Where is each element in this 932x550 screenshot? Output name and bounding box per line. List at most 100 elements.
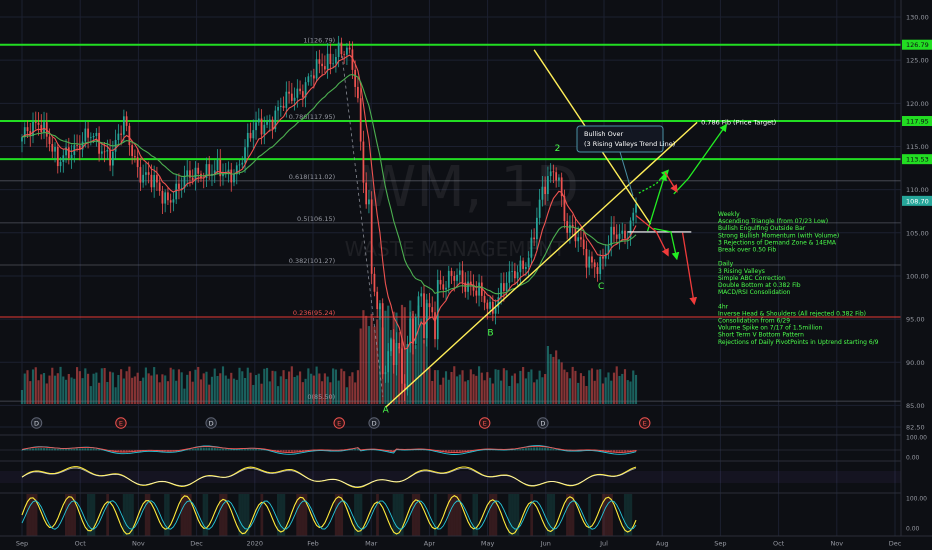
candle-body [216, 159, 219, 171]
stoch-zone [607, 494, 611, 536]
macd-histogram-bar [78, 448, 81, 451]
stoch-zone [604, 494, 608, 536]
macd-histogram-bar [42, 448, 46, 451]
macd-histogram-bar [522, 448, 525, 451]
candle-body [106, 149, 109, 152]
volume-bar [224, 375, 227, 404]
volume-bar [56, 373, 59, 404]
event-marker-label: E [643, 419, 647, 427]
volume-bar [197, 366, 200, 404]
volume-bar [59, 366, 62, 404]
volume-bar [340, 368, 343, 404]
candle-body [169, 200, 172, 203]
candle-body [252, 130, 255, 139]
candle-body [315, 59, 318, 79]
volume-bar [230, 372, 233, 404]
volume-bar [356, 370, 359, 404]
price-tag-label: 126.79 [906, 41, 929, 49]
candle-body [43, 122, 45, 133]
watermark-symbol: WM, 1D [361, 155, 579, 220]
price-tick-label: 110.00 [906, 186, 929, 194]
candle-body [621, 230, 624, 234]
volume-bar [227, 378, 230, 404]
fib-label: 0.5(106.15) [297, 215, 335, 223]
candle-body [147, 172, 150, 175]
event-marker-label: E [483, 419, 487, 427]
candle-body [191, 177, 194, 181]
candle-body [613, 226, 615, 235]
chart-canvas[interactable]: WM, 1D WASTE MANAGEMENT 1(126.79)0.786(1… [0, 0, 932, 550]
candle-body [125, 116, 128, 126]
candle-body [447, 270, 450, 288]
price-tick-label: 82.50 [906, 424, 925, 432]
macd-histogram-bar [188, 449, 192, 451]
candle-body [420, 293, 423, 297]
price-tick-label: 130.00 [906, 14, 929, 22]
stoch-zone [243, 494, 247, 536]
analysis-note: Simple ABC Correction [718, 275, 786, 282]
candle-body [618, 233, 621, 239]
candle-body [301, 91, 304, 98]
macd-histogram-bar [555, 449, 558, 451]
candle-body [602, 256, 604, 259]
volume-bar [519, 370, 522, 404]
volume-bar [414, 345, 417, 404]
candle-body [588, 256, 591, 268]
analysis-note: Consolidation from 6/29 [718, 318, 790, 325]
analysis-note: Strong Bullish Momentum (with Volume) [718, 232, 839, 239]
volume-bar [563, 369, 566, 404]
volume-bar [172, 369, 175, 404]
volume-bar [199, 379, 203, 404]
volume-bar [282, 370, 285, 404]
macd-histogram-bar [75, 448, 79, 451]
volume-bar [205, 371, 208, 404]
analysis-note: Inverse Head & Shoulders (All rejected 0… [718, 310, 866, 317]
volume-bar [486, 372, 489, 404]
candle-body [417, 296, 420, 317]
candle-body [335, 57, 337, 64]
osc2-tick-label: 0.00 [906, 526, 920, 533]
candle-body [285, 91, 288, 108]
volume-bar [433, 370, 437, 404]
macd-histogram-bar [64, 449, 68, 451]
candle-body [467, 281, 469, 292]
volume-bar [599, 369, 602, 404]
volume-bar [131, 377, 134, 404]
volume-bar [20, 390, 24, 404]
candle-body [76, 145, 78, 146]
volume-bar [480, 372, 483, 404]
fib-label: 0(85.50) [307, 393, 335, 401]
candle-body [593, 262, 596, 268]
analysis-note: 4hr [718, 303, 729, 310]
candle-body [436, 279, 439, 340]
volume-bar [549, 354, 552, 404]
candle-body [346, 47, 348, 55]
callout-line-1: Bullish Over [584, 130, 624, 138]
volume-bar [100, 368, 103, 404]
volume-bar [546, 346, 549, 404]
macd-histogram-bar [227, 449, 230, 451]
volume-bar [238, 367, 241, 404]
volume-bar [621, 373, 624, 404]
volume-bar [362, 310, 365, 404]
stoch-zone [433, 494, 437, 536]
volume-bar [436, 370, 439, 404]
volume-bar [265, 367, 269, 404]
macd-histogram-bar [45, 448, 48, 451]
stoch-zone [92, 494, 96, 536]
volume-bar [359, 328, 362, 404]
candle-body [158, 182, 161, 191]
volume-bar [420, 318, 423, 404]
candle-body [489, 301, 491, 309]
candle-body [260, 118, 263, 135]
stoch-zone [568, 494, 572, 536]
macd-histogram-bar [235, 449, 238, 451]
candle-body [32, 121, 34, 137]
stoch-zone [183, 494, 187, 536]
candle-body [370, 199, 373, 274]
analysis-note: Volume Spike on 7/17 of 1.5million [718, 325, 823, 332]
volume-bar [541, 377, 544, 404]
candle-body [580, 237, 582, 240]
volume-bar [560, 362, 563, 404]
candle-body [456, 274, 458, 281]
